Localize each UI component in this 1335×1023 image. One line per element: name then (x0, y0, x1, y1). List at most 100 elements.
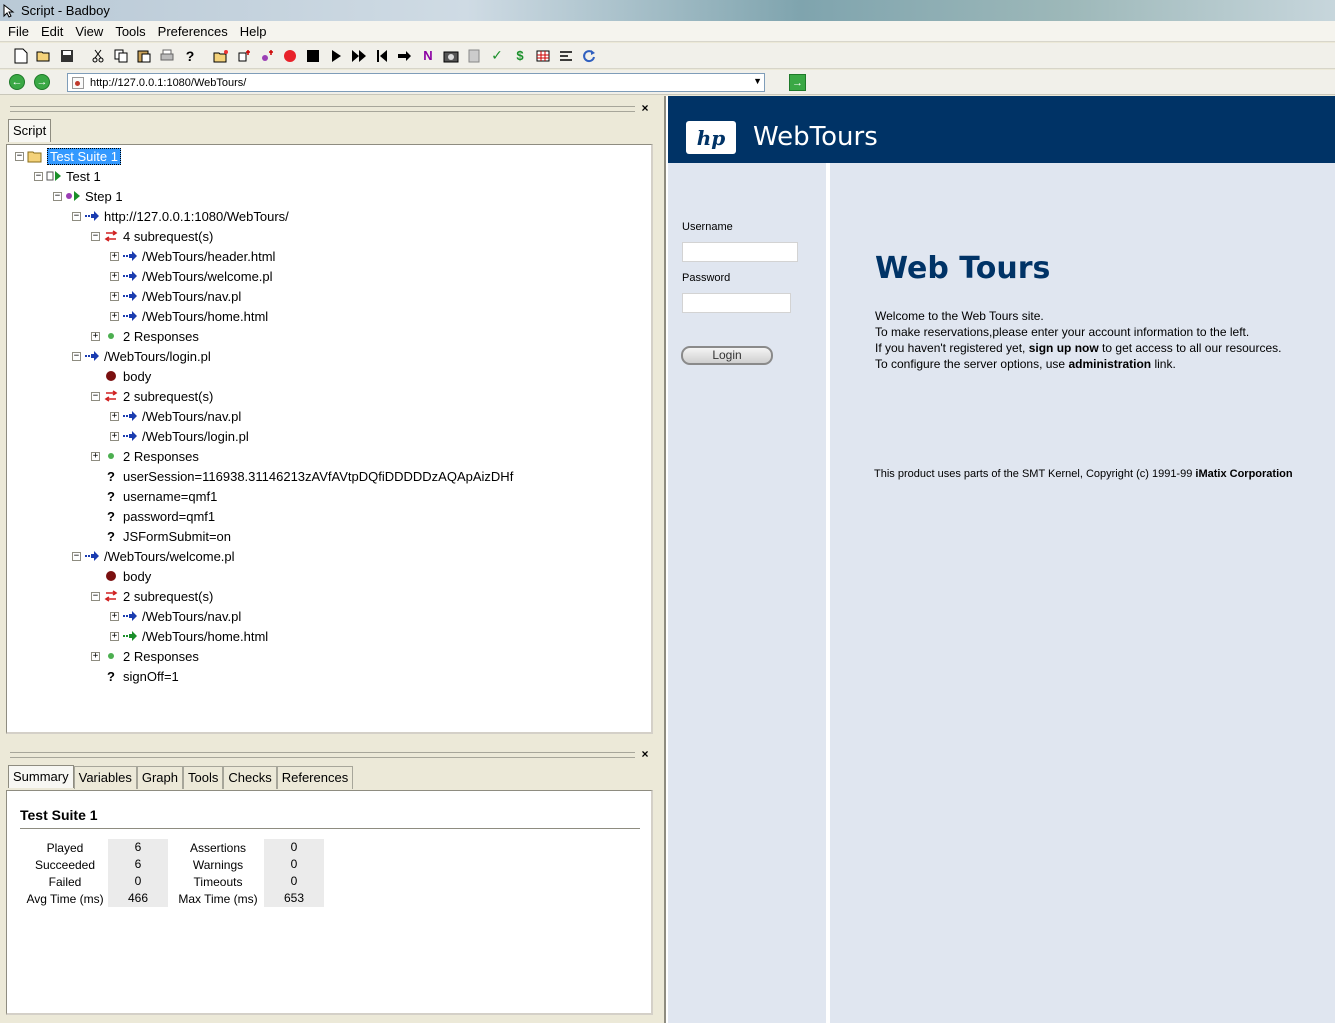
tree-node[interactable]: ? password=qmf1 (91, 506, 215, 526)
print-icon[interactable] (156, 45, 178, 67)
tab-script[interactable]: Script (8, 119, 52, 142)
tree-node[interactable]: ? userSession=116938.31146213zAVfAVtpDQfi… (91, 466, 513, 486)
paste-icon[interactable] (133, 45, 155, 67)
collapse-icon[interactable]: − (91, 391, 100, 401)
cut-icon[interactable] (87, 45, 109, 67)
tree-node[interactable]: − Test 1 (34, 166, 101, 186)
tab-checks[interactable]: Checks (223, 766, 277, 789)
sign-up-link[interactable]: sign up now (1029, 341, 1099, 355)
tree-node[interactable]: +2 Responses (91, 326, 199, 346)
username-field[interactable] (682, 242, 798, 262)
record-icon[interactable] (279, 45, 301, 67)
expand-icon[interactable]: + (91, 331, 100, 341)
tree-node[interactable]: + /WebTours/home.html (110, 626, 268, 646)
close-icon[interactable]: × (639, 102, 651, 115)
tree-node[interactable]: − /WebTours/login.pl (72, 346, 211, 366)
play-all-icon[interactable] (348, 45, 370, 67)
add-step-icon[interactable] (233, 45, 255, 67)
expand-icon[interactable]: + (110, 411, 119, 421)
tab-summary[interactable]: Summary (8, 765, 74, 788)
tree-node[interactable]: + /WebTours/home.html (110, 306, 268, 326)
password-field[interactable] (682, 293, 791, 313)
add-test-icon[interactable] (256, 45, 278, 67)
back-arrow-icon[interactable]: ← (9, 74, 25, 90)
tree-node[interactable]: +2 Responses (91, 446, 199, 466)
step-over-icon[interactable] (394, 45, 416, 67)
collapse-icon[interactable]: − (72, 351, 81, 361)
tab-graph[interactable]: Graph (136, 766, 183, 789)
menu-tools[interactable]: Tools (109, 24, 151, 39)
url-combobox[interactable]: ▼ (67, 73, 765, 92)
tree-node[interactable]: + /WebTours/header.html (110, 246, 275, 266)
collapse-icon[interactable]: − (91, 591, 100, 601)
screenshot-icon[interactable] (440, 45, 462, 67)
pane-grip[interactable] (10, 752, 635, 758)
stop-icon[interactable] (302, 45, 324, 67)
tab-variables[interactable]: Variables (73, 766, 137, 789)
add-folder-icon[interactable] (210, 45, 232, 67)
new-icon[interactable] (10, 45, 32, 67)
tree-node[interactable]: − Test Suite 1 (15, 146, 121, 166)
tree-node[interactable]: ? JSFormSubmit=on (91, 526, 231, 546)
tree-node[interactable]: − 4 subrequest(s) (91, 226, 213, 246)
table-icon[interactable] (532, 45, 554, 67)
tree-node[interactable]: + /WebTours/nav.pl (110, 406, 241, 426)
tree-node[interactable]: + /WebTours/nav.pl (110, 606, 241, 626)
tree-node[interactable]: +2 Responses (91, 646, 199, 666)
check-icon[interactable]: ✓ (486, 45, 508, 67)
tab-references[interactable]: References (276, 766, 354, 789)
tree-node[interactable]: − /WebTours/welcome.pl (72, 546, 235, 566)
collapse-icon[interactable]: − (72, 551, 81, 561)
tree-node[interactable]: − http://127.0.0.1:1080/WebTours/ (72, 206, 289, 226)
expand-icon[interactable]: + (110, 251, 119, 261)
pane-grip[interactable] (10, 106, 635, 112)
tree-node[interactable]: − Step 1 (53, 186, 123, 206)
navigation-icon[interactable]: N (417, 45, 439, 67)
align-icon[interactable] (555, 45, 577, 67)
expand-icon[interactable]: + (110, 291, 119, 301)
chevron-down-icon[interactable]: ▼ (753, 76, 762, 86)
menu-edit[interactable]: Edit (35, 24, 69, 39)
page-icon[interactable] (463, 45, 485, 67)
go-button[interactable]: → (789, 74, 806, 91)
tree-node[interactable]: − 2 subrequest(s) (91, 386, 213, 406)
open-icon[interactable] (33, 45, 55, 67)
menu-preferences[interactable]: Preferences (152, 24, 234, 39)
expand-icon[interactable]: + (110, 311, 119, 321)
copy-icon[interactable] (110, 45, 132, 67)
collapse-icon[interactable]: − (91, 231, 100, 241)
url-input[interactable] (90, 76, 730, 89)
tree-node[interactable]: + /WebTours/login.pl (110, 426, 249, 446)
expand-icon[interactable]: + (110, 271, 119, 281)
collapse-icon[interactable]: − (53, 191, 62, 201)
variable-icon[interactable]: $ (509, 45, 531, 67)
expand-icon[interactable]: + (91, 451, 100, 461)
tab-tools[interactable]: Tools (183, 766, 224, 789)
tree-node[interactable]: body (91, 366, 151, 386)
play-icon[interactable] (325, 45, 347, 67)
expand-icon[interactable]: + (91, 651, 100, 661)
forward-arrow-icon[interactable]: → (34, 74, 50, 90)
menu-view[interactable]: View (69, 24, 109, 39)
administration-link[interactable]: administration (1068, 357, 1151, 371)
collapse-icon[interactable]: − (15, 151, 24, 161)
expand-icon[interactable]: + (110, 431, 119, 441)
collapse-icon[interactable]: − (34, 171, 43, 181)
refresh-icon[interactable] (578, 45, 600, 67)
save-icon[interactable] (56, 45, 78, 67)
tree-node[interactable]: body (91, 566, 151, 586)
menu-file[interactable]: File (2, 24, 35, 39)
expand-icon[interactable]: + (110, 611, 119, 621)
tree-node[interactable]: − 2 subrequest(s) (91, 586, 213, 606)
tree-node[interactable]: + /WebTours/welcome.pl (110, 266, 273, 286)
rewind-icon[interactable] (371, 45, 393, 67)
script-tree[interactable]: − Test Suite 1− Test 1− Step 1− http://127.0… (6, 144, 653, 734)
expand-icon[interactable]: + (110, 631, 119, 641)
menu-help[interactable]: Help (234, 24, 273, 39)
help-icon[interactable]: ? (179, 45, 201, 67)
collapse-icon[interactable]: − (72, 211, 81, 221)
tree-node[interactable]: ? signOff=1 (91, 666, 179, 686)
tree-node[interactable]: + /WebTours/nav.pl (110, 286, 241, 306)
login-button[interactable]: Login (681, 346, 773, 365)
close-icon[interactable]: × (639, 748, 651, 761)
